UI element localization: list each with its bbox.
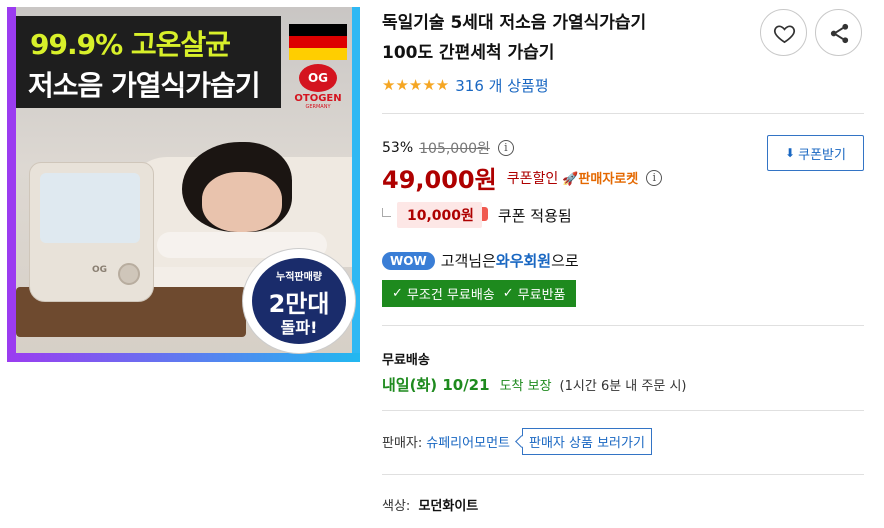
- promo-line2: 저소음 가열식가습기: [28, 69, 261, 102]
- sales-badge-inner: 누적판매량 2만대 돌파!: [252, 258, 346, 344]
- shipping-heading: 무료배송: [382, 353, 430, 368]
- color-option-value: 모던화이트: [418, 499, 479, 514]
- check-icon: ✓: [502, 286, 514, 301]
- german-flag-icon: [289, 24, 347, 60]
- discount-rate: 53%: [382, 140, 414, 156]
- benefit-free-shipping: 무조건 무료배송: [406, 288, 495, 303]
- seller-name-link[interactable]: 슈페리어모먼트: [426, 432, 510, 451]
- coupon-discount-label: 쿠폰할인: [506, 170, 559, 187]
- share-icon: [830, 23, 849, 44]
- wow-text-before: 고객님은: [440, 252, 496, 270]
- promo-banner: 99.9% 고온살균 저소음 가열식가습기: [16, 16, 281, 108]
- seller-label: 판매자:: [382, 436, 423, 451]
- review-count-link[interactable]: 316 개 상품평: [455, 75, 548, 96]
- brand-logo-mark: OG: [299, 64, 337, 92]
- wow-badge: WOW: [382, 251, 435, 270]
- arrival-guarantee: 도착 보장: [499, 379, 552, 394]
- info-icon[interactable]: i: [497, 140, 514, 156]
- brand-logo-sub: GERMANY: [305, 104, 331, 110]
- price-original-row: 53% 105,000원 i: [382, 138, 514, 158]
- coupon-amount-tag: 10,000원: [397, 202, 488, 228]
- shipping-row: 내일(화) 10/21 도착 보장 (1시간 6분 내 주문 시): [382, 374, 686, 395]
- download-icon: ⬇: [785, 146, 796, 160]
- promo-line1: 99.9% 고온살균: [30, 28, 231, 61]
- order-deadline-note: (1시간 6분 내 주문 시): [559, 379, 687, 394]
- brand-logo: OG OTOGEN GERMANY: [285, 18, 351, 110]
- humidifier-tank: [40, 173, 140, 243]
- color-option-row: 색상: 모던화이트: [382, 495, 478, 514]
- divider: [382, 410, 864, 411]
- divider: [382, 325, 864, 326]
- brand-logo-text: OTOGEN: [294, 93, 342, 104]
- wow-member-label[interactable]: 와우회원: [496, 250, 551, 271]
- humidifier-knob: [118, 263, 140, 285]
- rating-stars-icon: ★★★★★: [382, 76, 450, 94]
- coupon-applied-row: 10,000원 쿠폰 적용됨: [382, 202, 572, 228]
- person-face-graphic: [202, 172, 282, 232]
- check-icon: ✓: [392, 286, 403, 301]
- product-title-line2: 100도 간편세척 가습기: [382, 43, 555, 63]
- seller-rocket-badge: 🚀판매자로켓: [562, 172, 639, 187]
- wow-text-after: 으로: [551, 252, 579, 270]
- divider: [382, 113, 864, 114]
- get-coupon-label: 쿠폰받기: [798, 147, 846, 163]
- humidifier-logo: OG: [92, 265, 108, 275]
- sales-badge-top: 누적판매량: [276, 272, 322, 283]
- original-price: 105,000원: [419, 141, 490, 157]
- product-title: 독일기술 5세대 저소음 가열식가습기 100도 간편세척 가습기: [382, 8, 742, 68]
- wishlist-button[interactable]: [760, 9, 807, 56]
- product-image[interactable]: OG 99.9% 고온살균 저소음 가열식가습기 OG OTOGEN GERMA…: [7, 7, 360, 362]
- get-coupon-button[interactable]: ⬇ 쿠폰받기: [767, 135, 864, 171]
- image-border-left: [7, 7, 16, 362]
- sales-badge-bot: 돌파!: [280, 318, 318, 337]
- coupon-applied-text: 쿠폰 적용됨: [497, 206, 572, 225]
- sale-price: 49,000원: [382, 166, 497, 194]
- image-border-bottom: [7, 353, 360, 362]
- heart-icon: [773, 25, 796, 44]
- sales-badge: 누적판매량 2만대 돌파!: [243, 249, 355, 353]
- seller-products-button[interactable]: 판매자 상품 보러가기: [522, 428, 652, 455]
- humidifier-graphic: OG: [29, 162, 154, 302]
- product-title-line1: 독일기술 5세대 저소음 가열식가습기: [382, 13, 647, 33]
- divider: [382, 474, 864, 475]
- rating-row[interactable]: ★★★★★ 316 개 상품평: [382, 74, 549, 96]
- info-icon[interactable]: i: [646, 169, 663, 186]
- price-sale-row: 49,000원 쿠폰할인 🚀판매자로켓 i: [382, 160, 663, 195]
- wow-benefit-bar: ✓ 무조건 무료배송 ✓ 무료반품: [382, 280, 576, 307]
- seller-row: 판매자: 슈페리어모먼트 판매자 상품 보러가기: [382, 428, 652, 455]
- color-option-label: 색상:: [382, 499, 411, 514]
- benefit-free-return: 무료반품: [517, 288, 566, 303]
- wow-member-row: WOW 고객님은 와우회원 으로: [382, 250, 579, 271]
- share-button[interactable]: [815, 9, 862, 56]
- arrival-date: 내일(화) 10/21: [382, 376, 490, 394]
- indent-corner-icon: [382, 207, 391, 217]
